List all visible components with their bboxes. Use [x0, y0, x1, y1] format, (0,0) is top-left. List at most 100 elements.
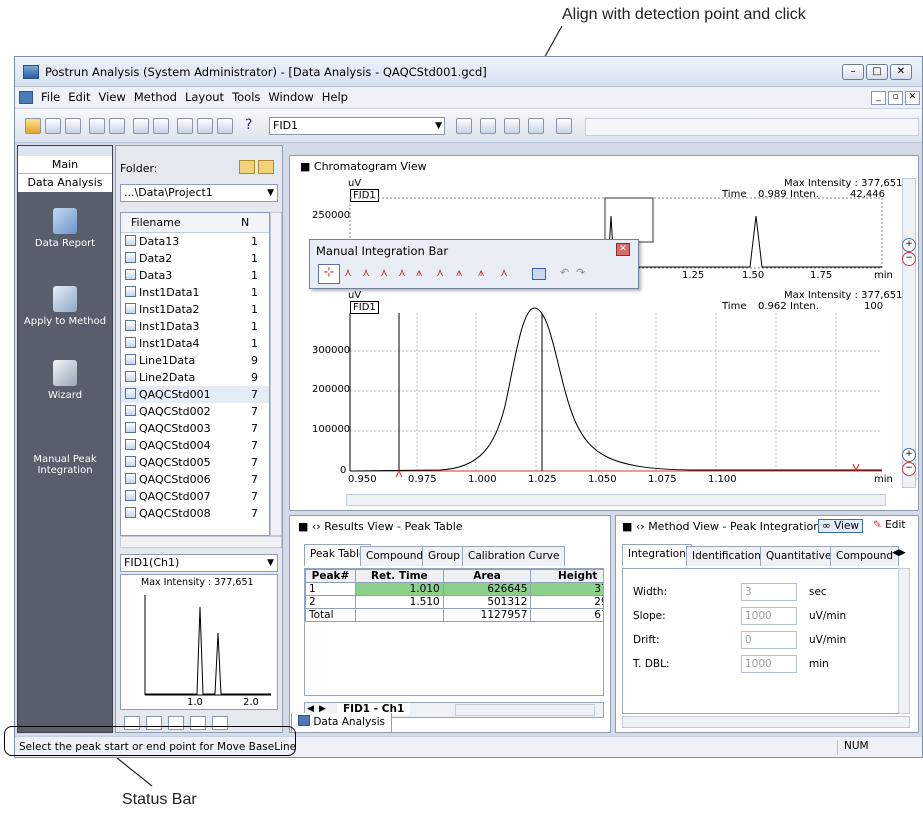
doc-tab-data-analysis[interactable]: Data Analysis	[291, 713, 393, 733]
file-row[interactable]: QAQCStd006 7	[121, 471, 269, 488]
table-cell[interactable]	[354, 608, 444, 622]
tab-quantitative[interactable]: Quantitative	[760, 546, 838, 566]
channel-select[interactable]: FID1 ▼	[269, 117, 445, 135]
folder-icon[interactable]	[239, 160, 255, 174]
tool-icon-10[interactable]: ⋏	[500, 266, 508, 279]
file-row[interactable]: QAQCStd008 7	[121, 505, 269, 522]
undo-icon[interactable]: ↶	[560, 266, 569, 279]
menu-help[interactable]: Help	[318, 87, 352, 107]
method-edit-button[interactable]: ✎ Edit	[870, 519, 909, 531]
print-preview-icon[interactable]	[109, 118, 125, 134]
tab-group[interactable]: Group	[422, 546, 466, 566]
file-row[interactable]: Inst1Data3 1	[121, 318, 269, 335]
param-field[interactable]: 3	[741, 583, 797, 601]
zoom-out-icon[interactable]: −	[902, 252, 916, 266]
table-cell[interactable]: 1.510	[354, 595, 444, 609]
file-list-hscroll[interactable]	[120, 536, 282, 548]
find-icon[interactable]	[153, 118, 169, 134]
minimize-button[interactable]: –	[842, 64, 864, 80]
column-2-header[interactable]: N	[241, 213, 249, 233]
print-icon[interactable]	[89, 118, 105, 134]
menu-edit[interactable]: Edit	[64, 87, 94, 107]
doc-close-button[interactable]: ✕	[905, 91, 920, 105]
method-icon[interactable]	[480, 118, 496, 134]
param-field[interactable]: 1000	[741, 607, 797, 625]
menu-tools[interactable]: Tools	[228, 87, 264, 107]
zoom-out-icon-2[interactable]: −	[902, 462, 916, 476]
header-height[interactable]: Height	[530, 569, 603, 583]
refresh-icon[interactable]	[504, 118, 520, 134]
tab-compound[interactable]: Compound	[830, 546, 900, 566]
tab-scroll-arrows[interactable]: ◀▶	[892, 548, 906, 558]
table-cell[interactable]: 1127957	[442, 608, 532, 622]
table-cell[interactable]: 2993	[530, 595, 603, 609]
file-list-vscroll[interactable]	[270, 212, 282, 536]
panel-toggle-icon[interactable]	[177, 118, 193, 134]
header-ret-time[interactable]: Ret. Time	[354, 569, 444, 583]
file-row[interactable]: QAQCStd007 7	[121, 488, 269, 505]
table-cell[interactable]: 501312	[442, 595, 532, 609]
tab-calibration-curve[interactable]: Calibration Curve	[462, 546, 566, 566]
preview-channel-select[interactable]: FID1(Ch1) ▼	[120, 554, 278, 572]
tool-icon-5[interactable]: ⋏	[398, 266, 406, 279]
report-icon[interactable]	[217, 118, 233, 134]
save-as-icon[interactable]	[65, 118, 81, 134]
file-row[interactable]: Data3 1	[121, 267, 269, 284]
doc-minimize-button[interactable]: _	[871, 91, 886, 105]
file-row[interactable]: QAQCStd001 7	[121, 386, 269, 403]
zoom-in-icon-2[interactable]: +	[902, 448, 916, 462]
table-cell[interactable]: 2	[305, 595, 356, 609]
move-baseline-icon[interactable]: ⊹	[318, 264, 340, 284]
menu-layout[interactable]: Layout	[181, 87, 228, 107]
integration-icon[interactable]	[528, 118, 544, 134]
file-row[interactable]: Inst1Data2 1	[121, 301, 269, 318]
file-row[interactable]: Line1Data 9	[121, 352, 269, 369]
file-row[interactable]: Data2 1	[121, 250, 269, 267]
tool-icon-6[interactable]: ⩚	[416, 266, 422, 280]
menu-file[interactable]: File	[37, 87, 64, 107]
table-cell[interactable]: 3722	[530, 582, 603, 596]
menu-method[interactable]: Method	[130, 87, 181, 107]
table-cell[interactable]: 626645	[442, 582, 532, 596]
chromatogram-vscroll[interactable]	[902, 178, 916, 488]
tool-icon-8[interactable]: ⩚	[456, 266, 462, 280]
header-peak[interactable]: Peak#	[305, 569, 356, 583]
folder-path-select[interactable]: ...\Data\Project1 ▼	[120, 184, 278, 202]
menu-window[interactable]: Window	[264, 87, 317, 107]
doc-restore-button[interactable]: ▫	[888, 91, 903, 105]
main-chromatogram-plot[interactable]	[290, 156, 920, 512]
close-button[interactable]: ✕	[890, 64, 912, 80]
tool-icon-7[interactable]: ⋏	[436, 266, 444, 279]
zoom-in-icon[interactable]: +	[902, 238, 916, 252]
header-area[interactable]: Area	[442, 569, 532, 583]
file-row[interactable]: QAQCStd004 7	[121, 437, 269, 454]
tab-identification[interactable]: Identification	[686, 546, 767, 566]
file-row[interactable]: QAQCStd005 7	[121, 454, 269, 471]
filename-column[interactable]: Filename	[131, 216, 181, 229]
table-cell[interactable]: 1	[305, 582, 356, 596]
file-row[interactable]: Line2Data 9	[121, 369, 269, 386]
table-cell[interactable]: Total	[305, 608, 356, 622]
method-view-button[interactable]: ∞ View	[818, 519, 864, 533]
file-row[interactable]: Inst1Data4 1	[121, 335, 269, 352]
param-field[interactable]: 0	[741, 631, 797, 649]
assistant-tab-main[interactable]: Main	[18, 156, 112, 174]
window-layout-icon[interactable]	[197, 118, 213, 134]
param-field[interactable]: 1000	[741, 655, 797, 673]
table-row[interactable]: 11.0106266453722	[305, 582, 603, 596]
folder-up-icon[interactable]	[258, 160, 274, 174]
file-row[interactable]: QAQCStd003 7	[121, 420, 269, 437]
pin-icon[interactable]	[556, 118, 572, 134]
tool-icon-9[interactable]: ⩚	[478, 266, 484, 280]
params-vscroll[interactable]	[898, 568, 910, 714]
nav-manual-peak-integration[interactable]: Manual Peak Integration	[18, 424, 112, 476]
maximize-button[interactable]: □	[866, 64, 888, 80]
tool-icon-3[interactable]: ⋏	[362, 266, 370, 279]
layout-icon[interactable]	[133, 118, 149, 134]
nav-wizard[interactable]: Wizard	[18, 360, 112, 401]
help-icon[interactable]: ?	[245, 117, 252, 133]
table-icon[interactable]	[532, 268, 546, 280]
bar-close-button[interactable]: ✕	[616, 243, 630, 256]
open-icon[interactable]	[25, 118, 41, 134]
chromatogram-hscroll[interactable]	[346, 494, 886, 506]
